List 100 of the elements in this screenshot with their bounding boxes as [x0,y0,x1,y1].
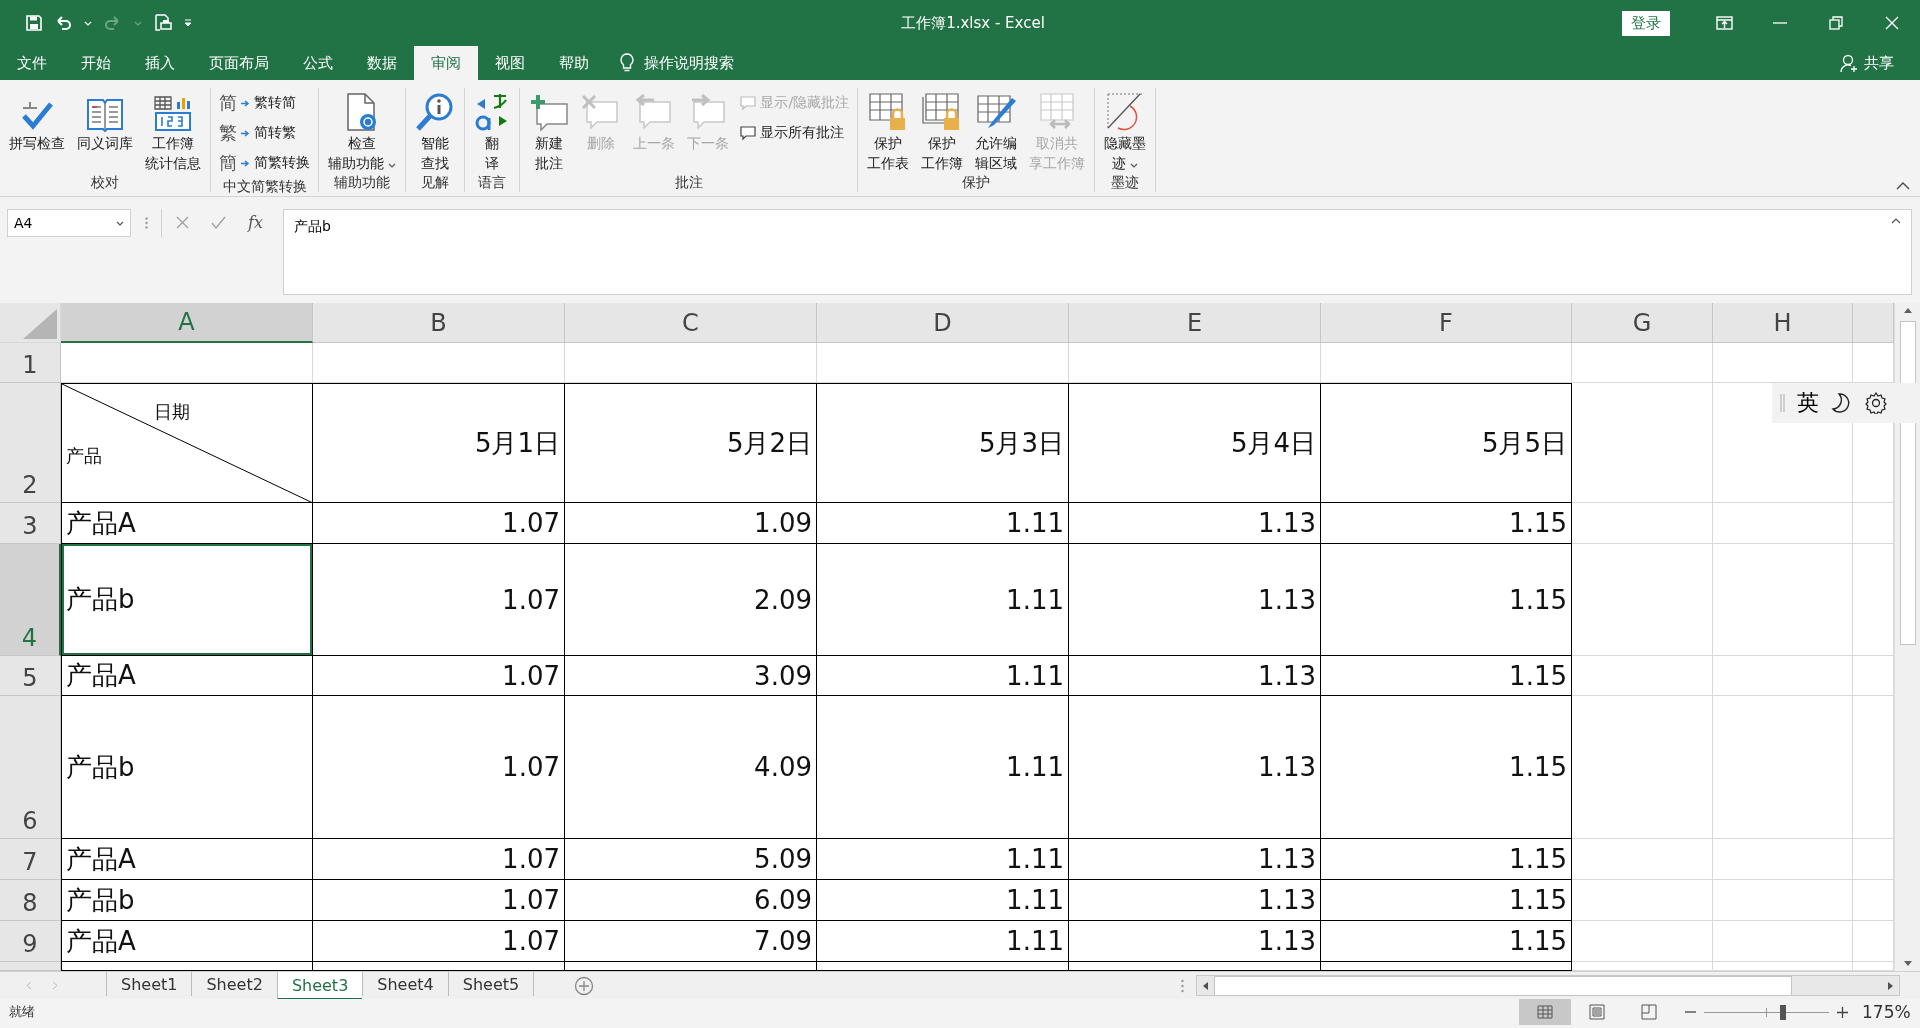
next-sheet-icon[interactable] [52,981,58,990]
close-icon[interactable] [1885,16,1899,30]
grip-icon[interactable] [1780,394,1785,412]
lightbulb-icon[interactable] [620,53,634,73]
table-cell[interactable]: 1.13 [1069,839,1321,880]
table-cell[interactable]: 产品b [61,696,313,839]
ribbon-tab[interactable]: 公式 [286,46,350,80]
ribbon-tab[interactable]: 视图 [478,46,542,80]
ribbon-tab[interactable]: 数据 [350,46,414,80]
collapse-icon[interactable] [1891,218,1901,224]
column-header[interactable]: C [565,303,817,343]
table-cell[interactable]: 3.09 [565,656,817,696]
table-cell[interactable]: 产品A [61,656,313,696]
table-cell[interactable]: 1.11 [817,503,1069,544]
ribbon-button[interactable]: 简 繁转简 [215,90,314,116]
table-cell[interactable]: 1.15 [1321,839,1572,880]
print-preview-icon[interactable] [154,14,172,32]
row-header[interactable]: 6 [0,696,61,839]
column-header[interactable] [1853,303,1894,343]
row-header[interactable]: 9 [0,921,61,962]
undo-icon[interactable] [54,15,72,31]
sheet-tab[interactable]: Sheet3 [276,972,363,1000]
row-header[interactable]: 1 [0,343,61,383]
table-cell[interactable]: 1.07 [313,839,565,880]
person-add-icon[interactable] [1840,53,1858,73]
collapse-ribbon-icon[interactable] [1896,182,1910,190]
table-cell[interactable]: 产品A [61,503,313,544]
redo-icon[interactable] [104,15,122,31]
table-cell[interactable]: 产品A [61,839,313,880]
table-cell[interactable]: 5月1日 [313,383,565,503]
sheet-tab[interactable]: Sheet2 [191,972,277,996]
ribbon-tab[interactable]: 审阅 [414,46,478,80]
table-cell[interactable]: 5月3日 [817,383,1069,503]
ribbon-button[interactable]: 显示所有批注 [736,120,854,146]
table-cell[interactable]: 1.13 [1069,503,1321,544]
scroll-right-icon[interactable] [1887,980,1894,991]
table-cell[interactable]: 1.15 [1321,503,1572,544]
input-mode-button[interactable]: 英 [1797,388,1819,418]
sign-in-button[interactable]: 登录 [1622,10,1670,36]
table-cell[interactable]: 产品A [61,921,313,962]
table-cell[interactable]: 1.07 [313,656,565,696]
table-cell[interactable]: 1.07 [313,503,565,544]
table-cell[interactable]: 1.15 [1321,544,1572,656]
column-header[interactable]: H [1713,303,1853,343]
table-cell[interactable]: 1.11 [817,696,1069,839]
table-cell[interactable]: 1.15 [1321,880,1572,921]
ribbon-display-icon[interactable] [1715,16,1733,30]
splitter-icon[interactable] [144,217,148,229]
table-cell[interactable]: 5月5日 [1321,383,1572,503]
ribbon-button[interactable]: 工作簿 统计信息 [140,88,206,172]
table-cell[interactable]: 5月4日 [1069,383,1321,503]
ribbon-button[interactable]: 检查 辅助功能 [323,88,402,172]
table-cell[interactable]: 1.11 [817,880,1069,921]
table-cell[interactable]: 2.09 [565,544,817,656]
slider-thumb[interactable] [1779,1004,1786,1020]
ribbon-button[interactable]: 隐藏墨 迹 [1099,88,1152,172]
table-cell[interactable]: 1.07 [313,544,565,656]
ribbon-button[interactable]: 繁 简转繁 [215,120,314,146]
scroll-left-icon[interactable] [1202,980,1210,991]
enter-icon[interactable] [211,216,226,229]
ribbon-tab[interactable]: 帮助 [542,46,606,80]
ribbon-tab[interactable]: 页面布局 [192,46,286,80]
customize-icon[interactable] [184,19,192,27]
table-cell[interactable]: 5月2日 [565,383,817,503]
previous-sheet-icon[interactable] [26,981,32,990]
ribbon-button[interactable]: 翻 译 [469,88,516,172]
table-cell[interactable]: 1.13 [1069,880,1321,921]
table-cell[interactable]: 产品b [61,880,313,921]
row-header[interactable]: 2 [0,383,61,503]
table-cell[interactable]: 1.15 [1321,656,1572,696]
ribbon-button[interactable]: 同义词库 [72,88,138,172]
table-cell[interactable]: 6.09 [565,880,817,921]
ribbon-button[interactable]: 允许编 辑区域 [970,88,1023,172]
table-cell[interactable]: 1.07 [313,696,565,839]
row-header[interactable]: 4 [0,544,61,656]
table-cell[interactable]: 7.09 [565,921,817,962]
table-cell[interactable]: 1.13 [1069,544,1321,656]
column-header[interactable]: D [817,303,1069,343]
ribbon-button[interactable]: 保护 工作簿 [916,88,969,172]
view-button[interactable] [1519,999,1571,1025]
zoom-level[interactable]: 175% [1862,1002,1908,1022]
minimize-icon[interactable] [1773,22,1787,24]
splitter-icon[interactable] [1181,978,1185,993]
insert-function-button[interactable]: fx [248,216,263,230]
table-cell[interactable]: 1.13 [1069,921,1321,962]
ribbon-tab[interactable]: 开始 [64,46,128,80]
row-header[interactable]: 8 [0,880,61,921]
restore-icon[interactable] [1829,16,1843,30]
table-cell[interactable]: 1.11 [817,656,1069,696]
row-header[interactable]: 7 [0,839,61,880]
sheet-tab[interactable]: Sheet4 [362,972,448,996]
ribbon-button[interactable]: 拼写检查 [4,88,70,172]
cancel-icon[interactable] [176,216,189,229]
table-cell[interactable]: 1.07 [313,921,565,962]
active-cell[interactable]: 产品b [61,544,313,656]
ribbon-tab[interactable]: 插入 [128,46,192,80]
formula-field[interactable]: 产品b [282,209,1912,295]
ribbon-button[interactable]: 新建 批注 [524,88,575,172]
table-cell[interactable]: 1.13 [1069,656,1321,696]
ribbon-button[interactable]: 簡 简繁转换 [215,150,314,176]
